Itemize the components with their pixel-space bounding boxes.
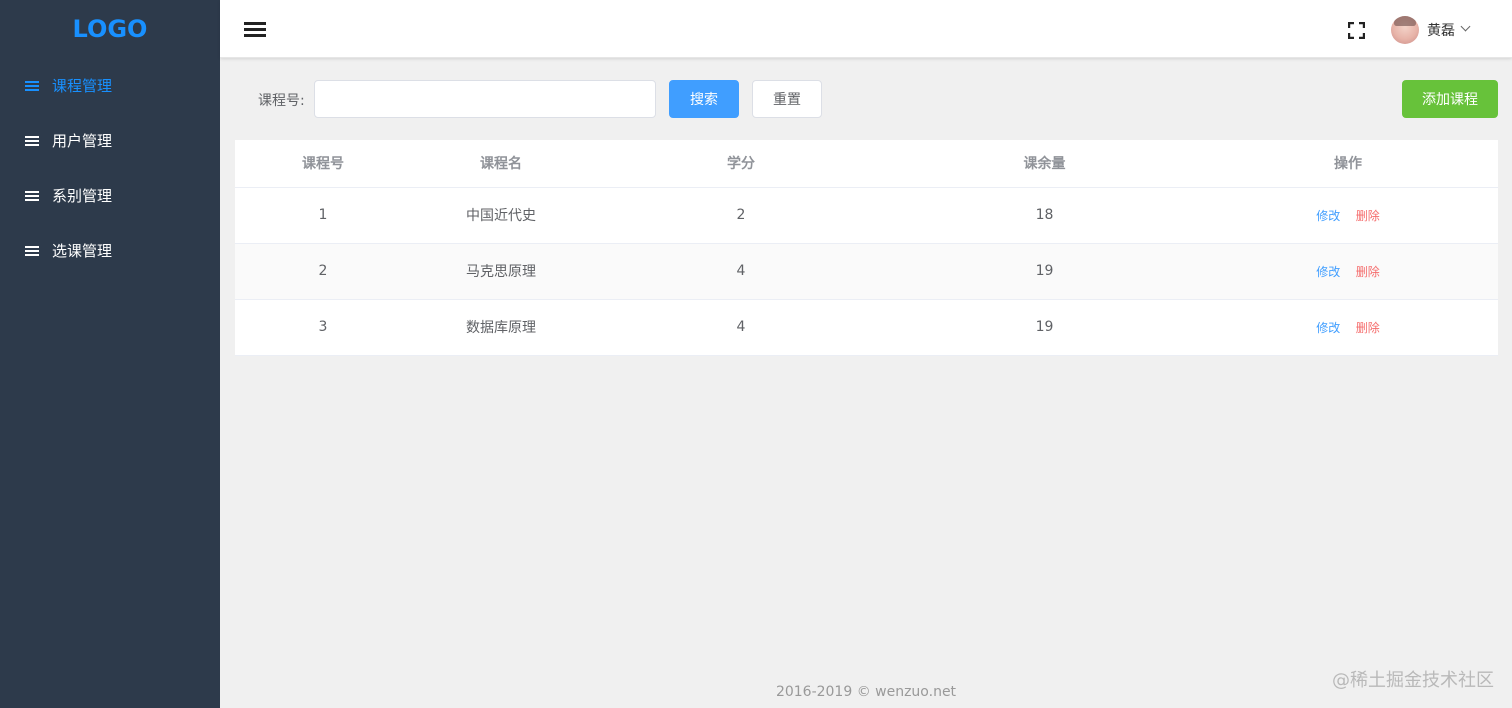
cell-actions: 修改 删除 [1198,299,1498,356]
cell-credit: 4 [591,299,891,356]
course-id-label: 课程号: [258,93,305,109]
reset-button[interactable]: 重置 [752,80,822,118]
cell-course-name: 马克思原理 [411,243,591,300]
cell-actions: 修改 删除 [1198,187,1498,244]
column-header-course-name: 课程名 [411,140,591,188]
column-header-credit: 学分 [591,140,891,188]
hamburger-menu-icon[interactable] [244,22,266,38]
table-row: 3 数据库原理 4 19 修改 删除 [235,299,1498,356]
fullscreen-icon[interactable] [1348,22,1365,39]
delete-link[interactable]: 删除 [1356,321,1380,335]
cell-credit: 4 [591,243,891,300]
course-id-search-input[interactable] [314,80,656,118]
top-header: 黄磊 [220,0,1512,58]
watermark: @稀土掘金技术社区 [1332,670,1494,691]
avatar[interactable] [1391,16,1419,44]
logo: LOGO [72,15,148,43]
username[interactable]: 黄磊 [1427,20,1455,40]
sidebar-item-enrollment-management[interactable]: 选课管理 [0,223,220,278]
cell-course-name: 数据库原理 [411,299,591,356]
column-header-course-id: 课程号 [235,140,411,188]
sidebar-item-label: 选课管理 [52,242,113,260]
menu-icon [25,135,39,146]
sidebar-item-label: 课程管理 [52,77,113,95]
table-row: 2 马克思原理 4 19 修改 删除 [235,243,1498,300]
sidebar: LOGO 课程管理 用户管理 系别管理 选课管理 [0,0,220,708]
table-row: 1 中国近代史 2 18 修改 删除 [235,187,1498,244]
sidebar-item-label: 用户管理 [52,132,113,150]
sidebar-item-user-management[interactable]: 用户管理 [0,113,220,168]
delete-link[interactable]: 删除 [1356,209,1380,223]
menu-icon [25,245,39,256]
table-header-row: 课程号 课程名 学分 课余量 操作 [235,140,1498,188]
cell-course-id: 3 [235,299,411,356]
cell-course-id: 1 [235,187,411,244]
chevron-down-icon[interactable] [1460,21,1471,32]
cell-credit: 2 [591,187,891,244]
edit-link[interactable]: 修改 [1316,209,1340,223]
cell-actions: 修改 删除 [1198,243,1498,300]
edit-link[interactable]: 修改 [1316,265,1340,279]
cell-remaining: 18 [891,187,1198,244]
column-header-remaining: 课余量 [891,140,1198,188]
search-button[interactable]: 搜索 [669,80,739,118]
add-course-button[interactable]: 添加课程 [1402,80,1498,118]
cell-course-name: 中国近代史 [411,187,591,244]
course-table: 课程号 课程名 学分 课余量 操作 1 中国近代史 2 18 修改 删除 2 马… [235,140,1498,356]
edit-link[interactable]: 修改 [1316,321,1340,335]
delete-link[interactable]: 删除 [1356,265,1380,279]
cell-course-id: 2 [235,243,411,300]
menu-icon [25,80,39,91]
sidebar-item-label: 系别管理 [52,187,113,205]
footer-copyright: 2016-2019 © wenzuo.net [775,684,957,700]
sidebar-item-department-management[interactable]: 系别管理 [0,168,220,223]
column-header-actions: 操作 [1198,140,1498,188]
sidebar-item-course-management[interactable]: 课程管理 [0,58,220,113]
cell-remaining: 19 [891,243,1198,300]
menu-icon [25,190,39,201]
cell-remaining: 19 [891,299,1198,356]
